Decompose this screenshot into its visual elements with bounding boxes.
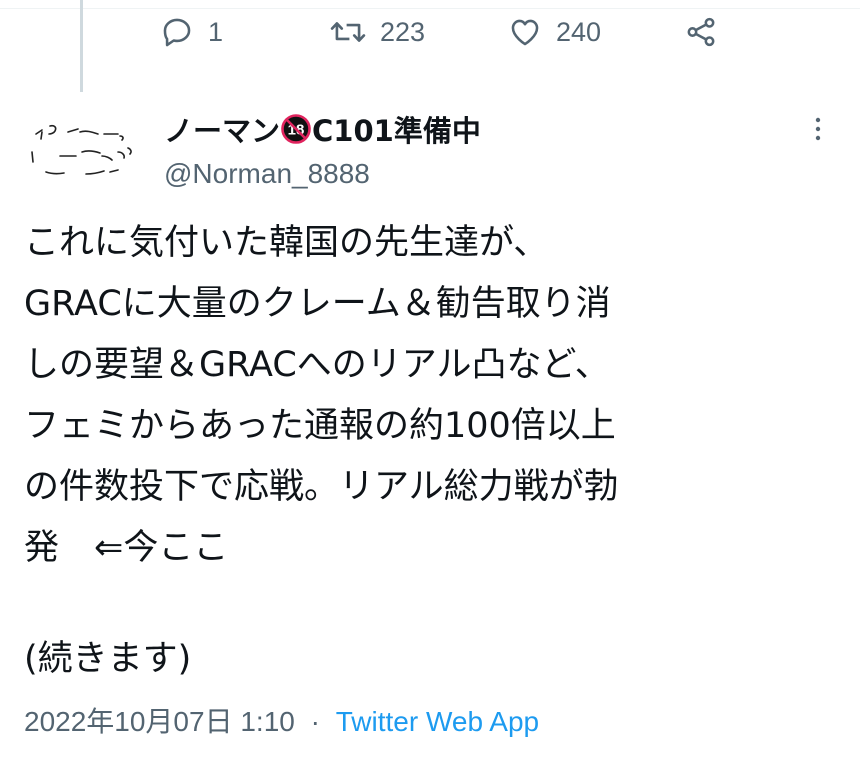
tweet-continued-text: (続きます) <box>24 639 192 679</box>
share-button[interactable] <box>684 15 718 49</box>
heart-icon <box>511 19 539 46</box>
retweet-button[interactable]: 223 <box>330 15 508 49</box>
reply-count: 1 <box>208 16 224 47</box>
reply-button[interactable]: 1 <box>160 15 330 49</box>
tweet-metadata: 2022年10月07日 1:10 · Twitter Web App <box>24 700 539 740</box>
tweet-timestamp[interactable]: 2022年10月07日 1:10 <box>24 706 295 737</box>
tweet-text: これに気付いた韓国の先生達が、 GRACに大量のクレーム＆勧告取り消 しの要望＆… <box>24 223 619 568</box>
thread-connector-line <box>80 0 83 92</box>
avatar[interactable] <box>20 112 148 198</box>
more-options-icon[interactable] <box>808 114 828 144</box>
retweet-icon <box>330 22 366 42</box>
tweet-action-bar: 1 223 240 <box>160 10 718 54</box>
share-icon <box>687 17 715 47</box>
author-name-suffix: C101準備中 <box>312 114 481 148</box>
like-count: 240 <box>556 16 602 47</box>
tweet-source-link[interactable]: Twitter Web App <box>336 706 539 737</box>
reply-icon <box>163 18 191 47</box>
author-name[interactable]: ノーマン 18 C101準備中 <box>164 108 481 150</box>
adult-18-badge-icon: 18 <box>281 114 311 144</box>
like-button[interactable]: 240 <box>508 15 684 49</box>
author-name-prefix: ノーマン <box>164 114 281 148</box>
author-handle[interactable]: @Norman_8888 <box>164 158 370 190</box>
tweet-header: ノーマン 18 C101準備中 @Norman_8888 <box>18 106 860 202</box>
meta-separator: · <box>310 706 320 737</box>
top-divider <box>0 8 860 9</box>
retweet-count: 223 <box>380 16 426 47</box>
